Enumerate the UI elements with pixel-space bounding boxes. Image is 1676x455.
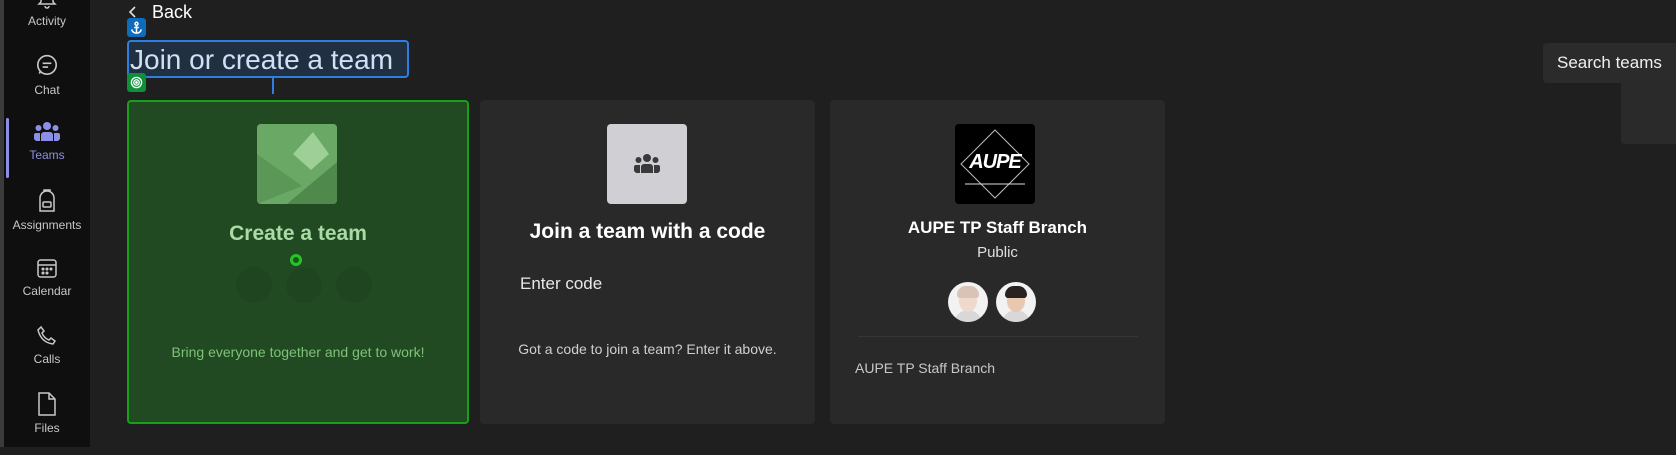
teams-icon bbox=[34, 122, 60, 141]
phone-icon bbox=[37, 325, 57, 345]
join-team-title: Join a team with a code bbox=[529, 220, 766, 243]
divider bbox=[858, 336, 1138, 337]
join-team-description: Got a code to join a team? Enter it abov… bbox=[518, 341, 777, 357]
rail-item-calendar[interactable]: Calendar bbox=[4, 256, 90, 320]
team-visibility: Public bbox=[977, 244, 1018, 261]
create-team-title: Create a team bbox=[229, 222, 367, 245]
rail-item-calls[interactable]: Calls bbox=[4, 324, 90, 388]
avatar bbox=[996, 282, 1036, 322]
join-team-card: Join a team with a code Got a code to jo… bbox=[480, 100, 815, 424]
backpack-icon bbox=[39, 189, 55, 212]
rail-item-files[interactable]: Files bbox=[4, 391, 90, 455]
calendar-icon bbox=[37, 259, 57, 278]
join-team-tile bbox=[607, 124, 687, 204]
rail-item-teams[interactable]: Teams bbox=[4, 120, 90, 184]
rail-label: Assignments bbox=[12, 218, 82, 232]
rail-item-chat[interactable]: Chat bbox=[4, 53, 90, 117]
selection-connector bbox=[272, 78, 274, 94]
team-name: AUPE TP Staff Branch bbox=[907, 218, 1088, 237]
avatar bbox=[948, 282, 988, 322]
anchor-icon bbox=[127, 18, 146, 37]
chat-icon bbox=[36, 54, 58, 75]
rail-label: Teams bbox=[29, 148, 65, 162]
cursor-indicator bbox=[290, 254, 302, 266]
rail-label: Chat bbox=[34, 83, 60, 97]
app-rail: Activity Chat Teams Assignments Calendar… bbox=[0, 0, 90, 447]
rail-label: Activity bbox=[27, 14, 66, 28]
background-panel bbox=[1621, 78, 1676, 144]
rail-label: Files bbox=[34, 421, 60, 435]
member-avatars bbox=[948, 282, 1036, 322]
rail-item-activity[interactable]: Activity bbox=[4, 0, 90, 50]
file-icon bbox=[38, 392, 56, 416]
rail-label: Calls bbox=[33, 352, 61, 366]
rail-item-assignments[interactable]: Assignments bbox=[4, 188, 90, 252]
team-code-input[interactable] bbox=[508, 266, 788, 302]
target-icon bbox=[127, 73, 146, 92]
chevron-left-icon bbox=[128, 6, 136, 18]
team-logo: AUPE bbox=[955, 124, 1035, 204]
team-description: AUPE TP Staff Branch bbox=[855, 360, 996, 376]
placeholder-avatars bbox=[229, 267, 379, 303]
page-title: Join or create a team bbox=[130, 44, 394, 75]
create-team-image bbox=[257, 124, 337, 204]
team-card-aupe[interactable]: AUPE AUPE TP Staff Branch Public AUPE TP… bbox=[830, 100, 1165, 424]
bell-icon bbox=[37, 0, 57, 9]
create-team-description: Bring everyone together and get to work! bbox=[171, 344, 425, 360]
back-label: Back bbox=[152, 1, 193, 22]
team-logo-text: AUPE bbox=[969, 151, 1022, 173]
teams-icon bbox=[634, 154, 660, 173]
rail-label: Calendar bbox=[22, 284, 72, 298]
create-team-card[interactable]: Create a team Bring everyone together an… bbox=[127, 100, 469, 424]
search-teams-label: Search teams bbox=[1557, 53, 1662, 72]
